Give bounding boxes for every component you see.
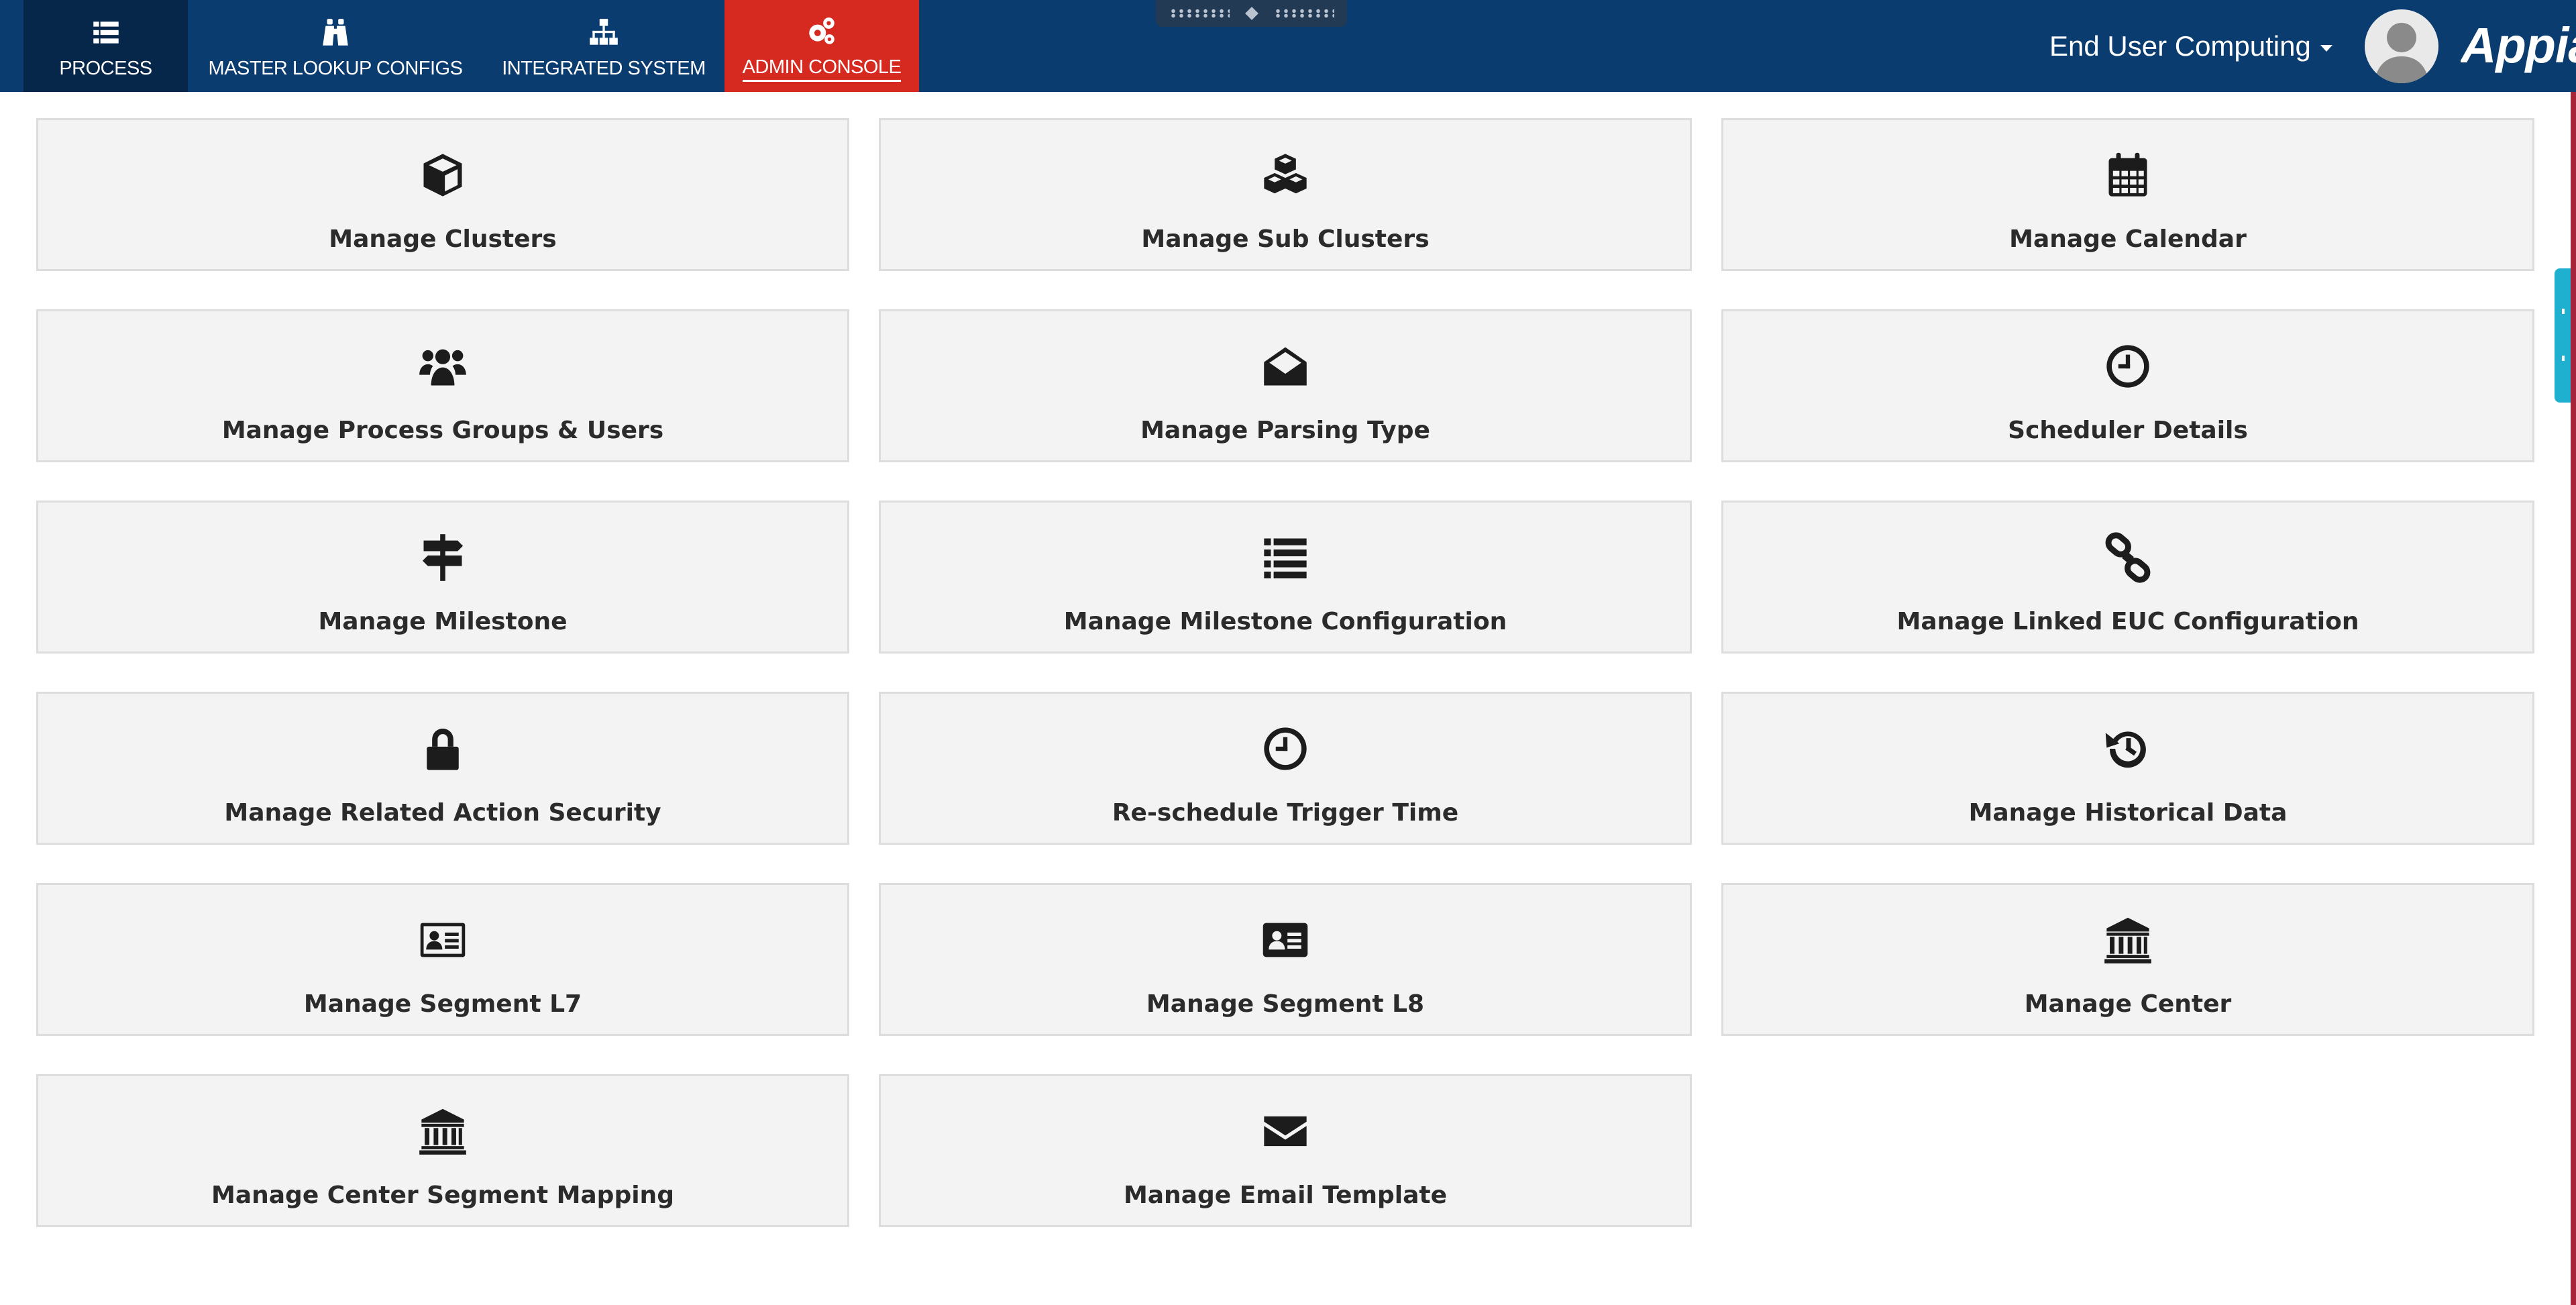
tile-label: Manage Segment L7 <box>303 990 582 1018</box>
users-icon <box>417 341 468 392</box>
tile-label: Manage Center <box>2024 990 2232 1018</box>
clock-icon <box>1260 723 1311 774</box>
brand-logo: Appian <box>2461 17 2576 73</box>
cogs-icon <box>809 17 835 44</box>
tile-manage-center[interactable]: Manage Center <box>1721 883 2534 1036</box>
list-icon <box>93 21 119 44</box>
list-icon <box>1260 532 1311 583</box>
tile-manage-linked-euc-configuration[interactable]: Manage Linked EUC Configuration <box>1721 501 2534 654</box>
cubes-icon <box>1260 150 1311 201</box>
tile-manage-sub-clusters[interactable]: Manage Sub Clusters <box>879 118 1692 271</box>
drag-handle[interactable] <box>1156 0 1347 27</box>
nav-tab-label: ADMIN CONSOLE <box>742 56 902 82</box>
tile-re-schedule-trigger-time[interactable]: Re-schedule Trigger Time <box>879 692 1692 845</box>
user-menu-dropdown[interactable]: End User Computing <box>2049 30 2332 63</box>
tile-scheduler-details[interactable]: Scheduler Details <box>1721 309 2534 462</box>
sitemap-icon <box>590 19 618 45</box>
tile-label: Scheduler Details <box>2008 417 2248 444</box>
feedback-side-tab[interactable] <box>2555 268 2571 403</box>
nav-tab-integrated-system[interactable]: INTEGRATED SYSTEM <box>483 0 724 92</box>
tile-label: Manage Segment L8 <box>1146 990 1425 1018</box>
user-menu-label: End User Computing <box>2049 30 2311 62</box>
caret-down-icon <box>2320 45 2332 52</box>
tile-label: Manage Sub Clusters <box>1141 225 1430 253</box>
tile-label: Re-schedule Trigger Time <box>1112 799 1459 827</box>
side-tab-mark <box>2562 356 2565 361</box>
envelope-open-icon <box>1260 341 1311 392</box>
tile-label: Manage Clusters <box>329 225 557 253</box>
envelope-icon <box>1260 1106 1311 1157</box>
tile-manage-clusters[interactable]: Manage Clusters <box>36 118 849 271</box>
tile-manage-parsing-type[interactable]: Manage Parsing Type <box>879 309 1692 462</box>
tile-manage-process-groups-users[interactable]: Manage Process Groups & Users <box>36 309 849 462</box>
cube-icon <box>417 150 468 201</box>
lock-icon <box>417 723 468 774</box>
tile-label: Manage Linked EUC Configuration <box>1896 608 2359 635</box>
side-tab-mark <box>2562 309 2565 314</box>
nav-tab-label: INTEGRATED SYSTEM <box>502 58 706 79</box>
tile-label: Manage Parsing Type <box>1140 417 1430 444</box>
tile-manage-related-action-security[interactable]: Manage Related Action Security <box>36 692 849 845</box>
tile-label: Manage Center Segment Mapping <box>211 1182 674 1209</box>
nav-tab-master-lookup-configs[interactable]: MASTER LOOKUP CONFIGS <box>188 0 483 92</box>
binoculars-icon <box>323 19 348 46</box>
user-silhouette-icon <box>2374 23 2429 83</box>
clock-icon <box>2102 341 2153 392</box>
calendar-icon <box>2102 150 2153 201</box>
tile-label: Manage Milestone Configuration <box>1063 608 1507 635</box>
institution-icon <box>417 1106 468 1157</box>
tile-label: Manage Historical Data <box>1968 799 2288 827</box>
tile-label: Manage Milestone <box>318 608 568 635</box>
avatar[interactable] <box>2365 9 2438 83</box>
id-card-icon <box>1260 915 1311 965</box>
tile-manage-segment-l7[interactable]: Manage Segment L7 <box>36 883 849 1036</box>
primary-nav: PROCESS MASTER LOOKUP CONFIGS INTEGRATED… <box>23 0 919 92</box>
grip-dots <box>1169 9 1230 18</box>
nav-tab-process[interactable]: PROCESS <box>23 0 188 92</box>
nav-tab-admin-console[interactable]: ADMIN CONSOLE <box>724 0 919 92</box>
chain-icon <box>2102 532 2153 583</box>
history-icon <box>2102 723 2153 774</box>
nav-tab-label: MASTER LOOKUP CONFIGS <box>208 58 463 79</box>
tile-manage-center-segment-mapping[interactable]: Manage Center Segment Mapping <box>36 1074 849 1227</box>
tile-manage-segment-l8[interactable]: Manage Segment L8 <box>879 883 1692 1036</box>
tile-manage-milestone-configuration[interactable]: Manage Milestone Configuration <box>879 501 1692 654</box>
diamond-icon <box>1244 7 1258 20</box>
tile-label: Manage Calendar <box>2009 225 2247 253</box>
tile-label: Manage Process Groups & Users <box>221 417 664 444</box>
tile-label: Manage Email Template <box>1123 1182 1448 1209</box>
top-navigation-bar: PROCESS MASTER LOOKUP CONFIGS INTEGRATED… <box>0 0 2576 92</box>
tile-manage-calendar[interactable]: Manage Calendar <box>1721 118 2534 271</box>
tile-manage-historical-data[interactable]: Manage Historical Data <box>1721 692 2534 845</box>
grip-dots <box>1273 9 1334 18</box>
window-edge <box>2571 92 2576 1305</box>
id-card-outline-icon <box>417 915 468 965</box>
nav-tab-label: PROCESS <box>59 58 152 79</box>
tile-manage-email-template[interactable]: Manage Email Template <box>879 1074 1692 1227</box>
signpost-icon <box>417 532 468 583</box>
institution-icon <box>2102 915 2153 965</box>
tile-label: Manage Related Action Security <box>224 799 661 827</box>
tile-manage-milestone[interactable]: Manage Milestone <box>36 501 849 654</box>
